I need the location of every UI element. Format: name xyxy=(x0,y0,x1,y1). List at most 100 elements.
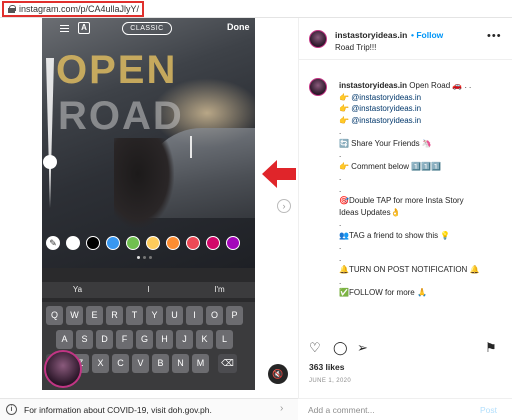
url-field[interactable]: instagram.com/p/CA4ullaJlyY/ xyxy=(2,1,144,17)
caption-line: 👉 @instastoryideas.in xyxy=(339,104,422,113)
mention-link[interactable]: @instastoryideas.in xyxy=(351,93,421,102)
key[interactable]: J xyxy=(176,330,193,349)
key[interactable]: B xyxy=(152,354,169,373)
profile-avatar-overlay xyxy=(44,350,82,388)
key[interactable]: O xyxy=(206,306,223,325)
caption-text: instastoryideas.in Open Road 🚗 . . 👉 @in… xyxy=(339,80,509,299)
key[interactable]: N xyxy=(172,354,189,373)
color-swatch[interactable] xyxy=(166,236,180,250)
caption-intro: Open Road 🚗 . . xyxy=(409,81,472,90)
text-size-slider[interactable] xyxy=(43,58,57,208)
post-actions: ♡ ◯ ➢ ⚑ xyxy=(299,338,512,358)
covid-banner[interactable]: i For information about COVID-19, visit … xyxy=(0,398,298,420)
caption-line: 👥TAG a friend to show this 💡 xyxy=(339,230,451,240)
caption-username[interactable]: instastoryideas.in xyxy=(339,81,407,90)
follow-button[interactable]: • Follow xyxy=(411,30,443,40)
key[interactable]: Y xyxy=(146,306,163,325)
key[interactable]: I xyxy=(186,306,203,325)
color-swatch[interactable] xyxy=(206,236,220,250)
mute-icon[interactable]: 🔇 xyxy=(268,364,288,384)
caption-line: 🔔TURN ON POST NOTIFICATION 🔔 xyxy=(339,265,480,274)
slider-track xyxy=(46,58,54,208)
post-header: instastoryideas.in • Follow Road Trip!!!… xyxy=(299,18,512,60)
avatar[interactable] xyxy=(309,78,327,96)
post-media[interactable]: A CLASSIC Done OPEN ROAD ✎ Ya I I'm Q W … xyxy=(42,18,255,390)
headline-line-1: OPEN xyxy=(56,48,178,92)
covid-banner-text: For information about COVID-19, visit do… xyxy=(24,405,212,415)
keyboard-suggestions: Ya I I'm xyxy=(42,282,255,298)
color-swatch[interactable] xyxy=(86,236,100,250)
color-swatch[interactable] xyxy=(146,236,160,250)
key[interactable]: L xyxy=(216,330,233,349)
slider-knob[interactable] xyxy=(43,155,57,169)
color-swatch[interactable] xyxy=(66,236,80,250)
location-link[interactable]: Road Trip!!! xyxy=(335,43,376,52)
avatar[interactable] xyxy=(309,30,327,48)
caption-line: . xyxy=(339,276,342,286)
bookmark-icon[interactable]: ⚑ xyxy=(485,340,497,356)
key[interactable]: F xyxy=(116,330,133,349)
likes-count[interactable]: 363 likes xyxy=(309,362,344,372)
caption-line: 🎯Double TAP for more Insta Story xyxy=(339,196,464,205)
share-icon[interactable]: ➢ xyxy=(357,340,368,356)
username[interactable]: instastoryideas.in xyxy=(335,30,407,40)
eyedropper-icon[interactable]: ✎ xyxy=(46,236,60,250)
key[interactable]: M xyxy=(192,354,209,373)
suggestion[interactable]: I'm xyxy=(184,282,255,298)
headline-line-2: ROAD xyxy=(58,94,184,138)
mention-link[interactable]: @instastoryideas.in xyxy=(351,104,421,113)
mention-link[interactable]: @instastoryideas.in xyxy=(351,116,421,125)
heart-icon[interactable]: ♡ xyxy=(309,340,321,356)
key[interactable]: P xyxy=(226,306,243,325)
caption-line: Ideas Updates👌 xyxy=(339,207,401,217)
info-icon: i xyxy=(6,404,17,415)
caption-line: ✅FOLLOW for more 🙏 xyxy=(339,288,427,297)
keyboard-row-2: A S D F G H J K L xyxy=(56,330,233,349)
screen: instagram.com/p/CA4ullaJlyY/ A CLASSIC D… xyxy=(0,0,512,420)
key[interactable]: Q xyxy=(46,306,63,325)
key[interactable]: G xyxy=(136,330,153,349)
key[interactable]: W xyxy=(66,306,83,325)
key[interactable]: E xyxy=(86,306,103,325)
caption-line: . xyxy=(339,173,342,182)
key[interactable]: U xyxy=(166,306,183,325)
done-button[interactable]: Done xyxy=(227,22,250,32)
caption-line: . xyxy=(339,127,342,136)
more-options-icon[interactable]: ••• xyxy=(487,30,502,42)
key[interactable]: C xyxy=(112,354,129,373)
key[interactable]: R xyxy=(106,306,123,325)
key[interactable]: S xyxy=(76,330,93,349)
color-palette: ✎ xyxy=(42,234,255,252)
red-arrow-annotation xyxy=(262,160,296,188)
key[interactable]: T xyxy=(126,306,143,325)
key[interactable]: H xyxy=(156,330,173,349)
suggestion[interactable]: Ya xyxy=(42,282,113,298)
align-icon[interactable] xyxy=(60,25,69,34)
post-comment-button[interactable]: Post xyxy=(480,405,497,415)
key[interactable]: V xyxy=(132,354,149,373)
story-editor-topbar: A CLASSIC Done xyxy=(42,18,255,40)
next-post-arrow-icon[interactable]: › xyxy=(277,199,291,213)
color-swatch[interactable] xyxy=(126,236,140,250)
text-style-icon[interactable]: A xyxy=(78,22,90,34)
comment-icon[interactable]: ◯ xyxy=(333,340,348,356)
caption-line: 👉 @instastoryideas.in xyxy=(339,115,422,125)
caption-line: . xyxy=(339,184,342,194)
comment-input[interactable]: Add a comment... xyxy=(308,405,375,415)
keyboard-row-1: Q W E R T Y U I O P xyxy=(46,306,243,325)
backspace-key-icon[interactable]: ⌫ xyxy=(218,354,237,373)
caption-line: instastoryideas.in Open Road 🚗 . . xyxy=(339,80,509,92)
font-style-button[interactable]: CLASSIC xyxy=(122,22,172,35)
color-swatch[interactable] xyxy=(106,236,120,250)
key[interactable]: D xyxy=(96,330,113,349)
color-swatch[interactable] xyxy=(226,236,240,250)
key[interactable]: K xyxy=(196,330,213,349)
key[interactable]: A xyxy=(56,330,73,349)
text-cursor xyxy=(190,136,192,158)
key[interactable]: X xyxy=(92,354,109,373)
suggestion[interactable]: I xyxy=(113,282,184,298)
comment-bar: Add a comment... Post xyxy=(298,398,512,420)
color-swatch[interactable] xyxy=(186,236,200,250)
caption-line: . xyxy=(339,219,342,228)
caption-line: 🔄 Share Your Friends 🦄 xyxy=(339,138,432,148)
